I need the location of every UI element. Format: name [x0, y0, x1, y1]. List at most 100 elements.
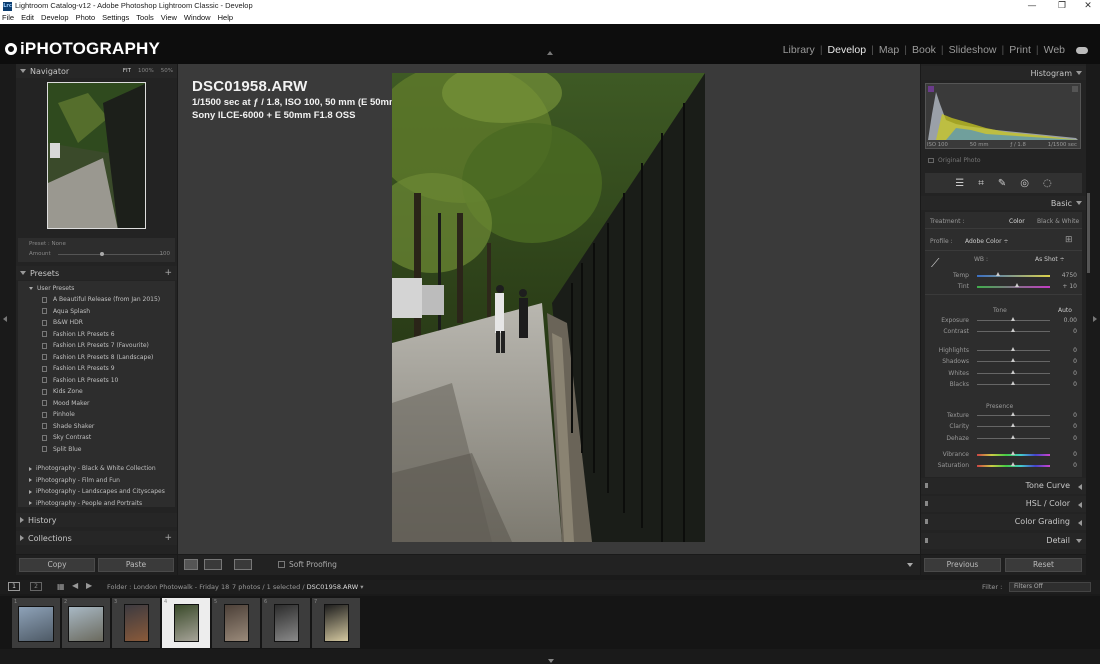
- slider-value[interactable]: 0: [1073, 347, 1077, 354]
- preset-item[interactable]: Mood Maker: [42, 400, 90, 407]
- module-map[interactable]: Map: [874, 44, 904, 56]
- slider-value[interactable]: 0: [1073, 370, 1077, 377]
- preset-item[interactable]: Shade Shaker: [42, 423, 94, 430]
- white-balance-eyedropper-icon[interactable]: ⟋: [931, 256, 939, 271]
- slider-value[interactable]: 4750: [1062, 272, 1077, 279]
- secondary-window-button[interactable]: 2: [30, 582, 42, 591]
- slider-value[interactable]: 0.00: [1064, 317, 1077, 324]
- preset-group[interactable]: iPhotography - People and Portraits: [29, 500, 142, 507]
- treatment-bw-option[interactable]: Black & White: [1037, 218, 1079, 225]
- slider-knob[interactable]: [1014, 283, 1019, 287]
- zoom-100[interactable]: 100%: [138, 68, 154, 74]
- preset-group[interactable]: iPhotography - Landscapes and Cityscapes: [29, 488, 165, 495]
- copy-button[interactable]: Copy: [19, 558, 95, 572]
- amount-slider-knob[interactable]: [100, 252, 104, 256]
- preset-item[interactable]: Split Blue: [42, 446, 82, 453]
- filmstrip-toggle-icon[interactable]: [548, 659, 554, 663]
- zoom-fit[interactable]: FIT: [123, 68, 131, 74]
- auto-tone-button[interactable]: Auto: [1058, 307, 1072, 314]
- masking-icon[interactable]: ◌: [1043, 178, 1052, 189]
- preset-item[interactable]: Fashion LR Presets 7 (Favourite): [42, 342, 149, 349]
- slider-value[interactable]: 0: [1073, 381, 1077, 388]
- amount-slider-track[interactable]: [58, 254, 163, 255]
- section-toggle-switch-icon[interactable]: [925, 501, 928, 506]
- preset-item[interactable]: Fashion LR Presets 8 (Landscape): [42, 354, 153, 361]
- basic-header[interactable]: Basic: [921, 196, 1086, 210]
- soft-proofing-toggle[interactable]: Soft Proofing: [278, 560, 337, 569]
- histogram-header[interactable]: Histogram: [921, 66, 1086, 80]
- menu-help[interactable]: Help: [218, 13, 233, 24]
- filmstrip-cell[interactable]: 3: [112, 598, 160, 648]
- preset-item[interactable]: Fashion LR Presets 10: [42, 377, 118, 384]
- menu-tools[interactable]: Tools: [136, 13, 154, 24]
- preset-item[interactable]: Kids Zone: [42, 388, 83, 395]
- presets-header[interactable]: Presets +: [16, 266, 177, 280]
- back-arrow-icon[interactable]: ◀: [72, 581, 78, 590]
- preset-group-user[interactable]: User Presets: [29, 285, 74, 292]
- module-print[interactable]: Print: [1004, 44, 1036, 56]
- module-book[interactable]: Book: [907, 44, 941, 56]
- red-eye-icon[interactable]: ◎: [1020, 178, 1029, 189]
- filter-dropdown[interactable]: Filters Off: [1009, 582, 1091, 592]
- filmstrip-cell[interactable]: 5: [212, 598, 260, 648]
- slider-value[interactable]: 0: [1073, 423, 1077, 430]
- folder-breadcrumb[interactable]: Folder : London Photowalk - Friday 18: [107, 583, 229, 591]
- filmstrip-cell[interactable]: 2: [62, 598, 110, 648]
- slider-knob[interactable]: [1011, 358, 1015, 362]
- menu-view[interactable]: View: [161, 13, 177, 24]
- navigator-preview[interactable]: [47, 82, 146, 229]
- cloud-sync-icon[interactable]: [1076, 46, 1088, 54]
- yy-compare-button[interactable]: [234, 559, 252, 570]
- right-panel-scrollbar[interactable]: [1087, 193, 1090, 273]
- slider-value[interactable]: 0: [1073, 358, 1077, 365]
- preset-group[interactable]: iPhotography - Black & White Collection: [29, 465, 156, 472]
- section-header[interactable]: Tone Curve: [921, 478, 1086, 494]
- filmstrip-cell[interactable]: 6: [262, 598, 310, 648]
- original-photo-toggle[interactable]: Original Photo: [928, 157, 981, 164]
- module-slideshow[interactable]: Slideshow: [944, 44, 1002, 56]
- menu-edit[interactable]: Edit: [21, 13, 34, 24]
- add-preset-icon[interactable]: +: [164, 268, 172, 278]
- close-button[interactable]: ✕: [1074, 0, 1100, 12]
- module-library[interactable]: Library: [778, 44, 820, 56]
- preset-item[interactable]: A Beautiful Release (from Jan 2015): [42, 296, 160, 303]
- slider-knob[interactable]: [1011, 328, 1015, 332]
- slider-knob[interactable]: [1011, 317, 1015, 321]
- slider-knob[interactable]: [1011, 462, 1015, 466]
- slider-knob[interactable]: [996, 272, 1001, 276]
- filmstrip-cell[interactable]: 7: [312, 598, 360, 648]
- current-filename[interactable]: DSC01958.ARW: [307, 583, 359, 591]
- history-header[interactable]: History: [16, 513, 177, 527]
- filmstrip-cell[interactable]: 4: [162, 598, 210, 648]
- slider-value[interactable]: 0: [1073, 451, 1077, 458]
- menu-develop[interactable]: Develop: [41, 13, 69, 24]
- crop-icon[interactable]: ⌗: [978, 178, 984, 189]
- menu-settings[interactable]: Settings: [102, 13, 129, 24]
- slider-knob[interactable]: [1011, 381, 1015, 385]
- slider-knob[interactable]: [1011, 435, 1015, 439]
- zoom-50[interactable]: 50%: [161, 68, 173, 74]
- previous-button[interactable]: Previous: [924, 558, 1001, 572]
- right-panel-toggle-icon[interactable]: [1093, 316, 1097, 322]
- slider-value[interactable]: 0: [1073, 412, 1077, 419]
- profile-browser-icon[interactable]: ⊞: [1065, 235, 1073, 245]
- treatment-color-option[interactable]: Color: [1009, 218, 1025, 225]
- slider-knob[interactable]: [1011, 370, 1015, 374]
- filename-dropdown-icon[interactable]: ▾: [360, 583, 363, 591]
- preset-item[interactable]: Fashion LR Presets 6: [42, 331, 115, 338]
- filmstrip-cell[interactable]: 1: [12, 598, 60, 648]
- grid-view-icon[interactable]: ▦: [57, 582, 65, 591]
- top-panel-toggle-icon[interactable]: [547, 51, 553, 55]
- preset-item[interactable]: B&W HDR: [42, 319, 83, 326]
- forward-arrow-icon[interactable]: ▶: [86, 581, 92, 590]
- wb-dropdown[interactable]: As Shot ÷: [1035, 256, 1065, 263]
- toolbar-menu-icon[interactable]: [907, 563, 913, 567]
- module-develop[interactable]: Develop: [823, 44, 872, 56]
- section-header[interactable]: Detail: [921, 533, 1086, 549]
- histogram-graph[interactable]: [925, 83, 1081, 149]
- slider-track[interactable]: [977, 275, 1050, 277]
- loupe-view-button[interactable]: [184, 559, 198, 570]
- main-photo[interactable]: [392, 73, 705, 542]
- edit-sliders-icon[interactable]: ☰: [955, 178, 964, 189]
- profile-dropdown[interactable]: Adobe Color ÷: [965, 238, 1009, 245]
